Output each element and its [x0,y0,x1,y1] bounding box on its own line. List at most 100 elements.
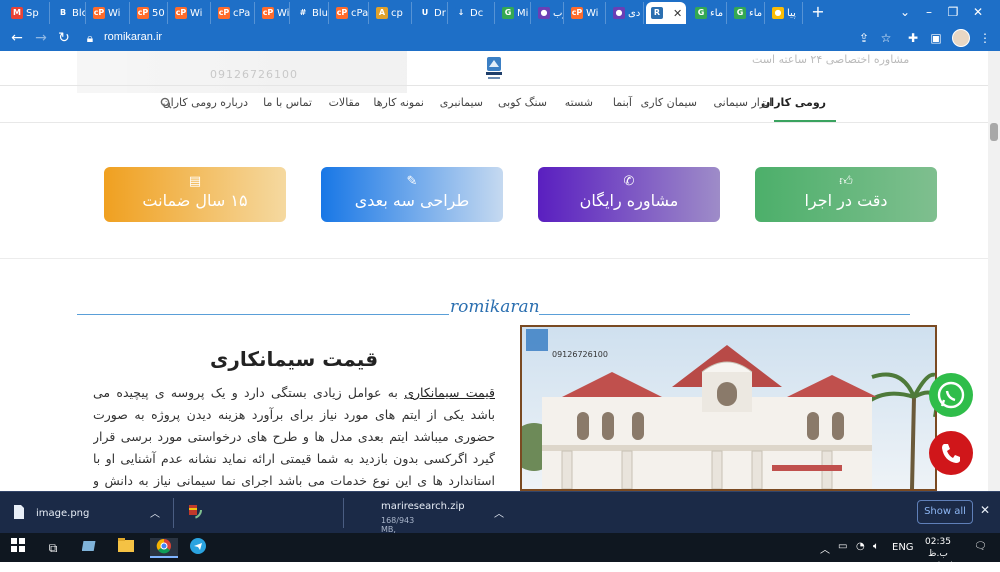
windows-start-icon[interactable] [8,538,28,558]
feature-card[interactable]: ▤ ۱۵ سال ضمانت [104,167,286,222]
tab-favicon-icon: G [734,7,746,19]
tab-favicon-icon: cP [336,7,348,19]
tab-favicon-icon: A [376,7,388,19]
article-text: به عوامل زیادی بستگی دارد و یک پروسه ی پ… [93,385,405,400]
feature-card[interactable]: 👍︎ دقت در اجرا [755,167,937,222]
tab-favicon-icon: cP [137,7,149,19]
browser-tab[interactable]: G ماء [690,2,727,24]
tab-favicon-icon: cP [175,7,187,19]
browser-tab[interactable]: ●وب [533,2,564,24]
site-logo[interactable] [483,55,505,83]
archive-icon [184,501,202,519]
browser-tab[interactable]: U Dr [414,2,448,24]
app-icon[interactable] [80,538,100,558]
menu-item[interactable]: نمونه کارها [373,96,424,109]
article-title: قیمت سیمانکاری [210,347,379,371]
menu-item[interactable]: آبنما [613,96,632,109]
lock-icon[interactable]: 🔒︎ [82,30,98,46]
menu-kebab-icon[interactable]: ⋮ [977,30,993,46]
menu-item[interactable]: مقالات [329,96,360,109]
feature-card[interactable]: ✆ مشاوره رایگان [538,167,720,222]
browser-tab[interactable]: cP cPa [213,2,255,24]
share-icon[interactable]: ⇪ [856,30,872,46]
menu-item[interactable]: سیمان کاری [641,96,697,109]
download-item-zip[interactable]: mariresearch.zip 168/943 MB, Paused ︿ [174,492,504,543]
browser-tab[interactable]: G Mi [497,2,531,24]
menu-item[interactable]: درباره رومی کاران [163,96,248,109]
tab-title: Wi [586,7,599,19]
sidebar-icon[interactable]: ▣ [928,30,944,46]
browser-tab[interactable]: cP Wi [566,2,606,24]
chrome-icon[interactable] [150,538,178,558]
chevron-up-icon[interactable]: ︿ [150,505,160,520]
maximize-button[interactable]: ❐ [941,2,965,22]
show-all-downloads-button[interactable]: Show all [917,500,973,524]
bookmark-star-icon[interactable]: ☆ [878,30,894,46]
download-filename: image.png [36,508,90,519]
menu-item[interactable]: سنگ کوبی [498,96,547,109]
address-bar[interactable]: romikaran.ir [104,31,162,43]
clock[interactable]: 02:35 ب.ظ ۱۴۰۲/۰۲/۲۸ [917,536,962,572]
tab-favicon-icon: # [297,7,309,19]
minimize-button[interactable]: – [917,2,941,22]
browser-tab[interactable]: cP Wi [170,2,211,24]
forward-icon[interactable]: → [32,29,50,47]
browser-tab[interactable]: # Blu [292,2,329,24]
tab-title: cPa [351,7,369,19]
file-explorer-icon[interactable] [116,538,136,558]
browser-tab[interactable]: cP Wi [88,2,130,24]
menu-item[interactable]: شسته [565,96,593,109]
article-line: قیمت سیمانکاری به عوامل زیادی بستگی دارد… [93,385,495,400]
browser-tab[interactable]: cP 50 [132,2,168,24]
notification-icon[interactable]: 🗨︎ [974,541,987,552]
browser-tab[interactable]: ↓ Dc [450,2,495,24]
tab-title: Wi [190,7,203,19]
close-window-button[interactable]: ✕ [966,2,990,22]
browser-tab[interactable]: cP cPa [331,2,369,24]
tab-title: ماء [749,7,763,19]
menu-item[interactable]: ابزار سیمانی [713,96,772,109]
scrollbar-thumb[interactable] [990,123,998,141]
search-icon[interactable] [160,97,172,112]
battery-icon[interactable]: ▭ [838,541,847,552]
profile-avatar[interactable] [952,29,970,47]
close-downloads-icon[interactable]: ✕ [980,503,990,517]
tab-title: Sp [26,7,39,19]
article-link[interactable]: قیمت سیمانکاری [404,385,495,400]
browser-tab[interactable]: ● دی [608,2,644,24]
feature-label: دقت در اجرا [804,191,888,210]
new-tab-button[interactable]: + [808,3,828,23]
page-scrollbar[interactable] [988,51,1000,491]
menu-item[interactable]: سیمانبری [440,96,483,109]
tab-title: cPa [233,7,251,19]
reload-icon[interactable]: ↻ [55,29,73,47]
browser-tab[interactable]: Acp [371,2,412,24]
volume-icon[interactable]: 🔈︎ [873,541,879,552]
extensions-icon[interactable]: ✚ [905,30,921,46]
menu-item[interactable]: تماس با ما [263,96,312,109]
wifi-icon[interactable]: ◔ [856,541,865,552]
browser-tab[interactable]: cP Wi [257,2,290,24]
browser-tab[interactable]: G ماء [729,2,765,24]
browser-tab[interactable]: M Sp [6,2,50,24]
close-tab-icon[interactable]: ✕ [673,7,682,20]
whatsapp-button[interactable] [929,373,973,417]
browser-toolbar: ← → ↻ 🔒︎ romikaran.ir ⇪ ☆ ✚ ▣ ⋮ [0,25,1000,51]
back-icon[interactable]: ← [8,29,26,47]
browser-tab[interactable]: R ✕ [646,2,686,24]
browser-tab[interactable]: ● پیا [767,2,803,24]
task-view-icon[interactable]: ⧉ [43,538,63,558]
tray-overflow-icon[interactable]: ︿ [820,541,830,556]
input-language[interactable]: ENG [892,542,914,553]
tab-title: دی [628,7,641,19]
file-icon [14,505,24,519]
feature-card[interactable]: ✎ طراحی سه بعدی [321,167,503,222]
tab-search-icon[interactable]: ⌄ [893,2,917,22]
telegram-icon[interactable] [188,538,208,558]
call-button[interactable] [929,431,973,475]
tab-favicon-icon: G [695,7,707,19]
download-item-image[interactable]: image.png ︿ [0,492,173,534]
browser-tab[interactable]: B Blc [52,2,86,24]
chevron-up-icon[interactable]: ︿ [494,505,504,520]
menu-top-border [0,85,1000,86]
